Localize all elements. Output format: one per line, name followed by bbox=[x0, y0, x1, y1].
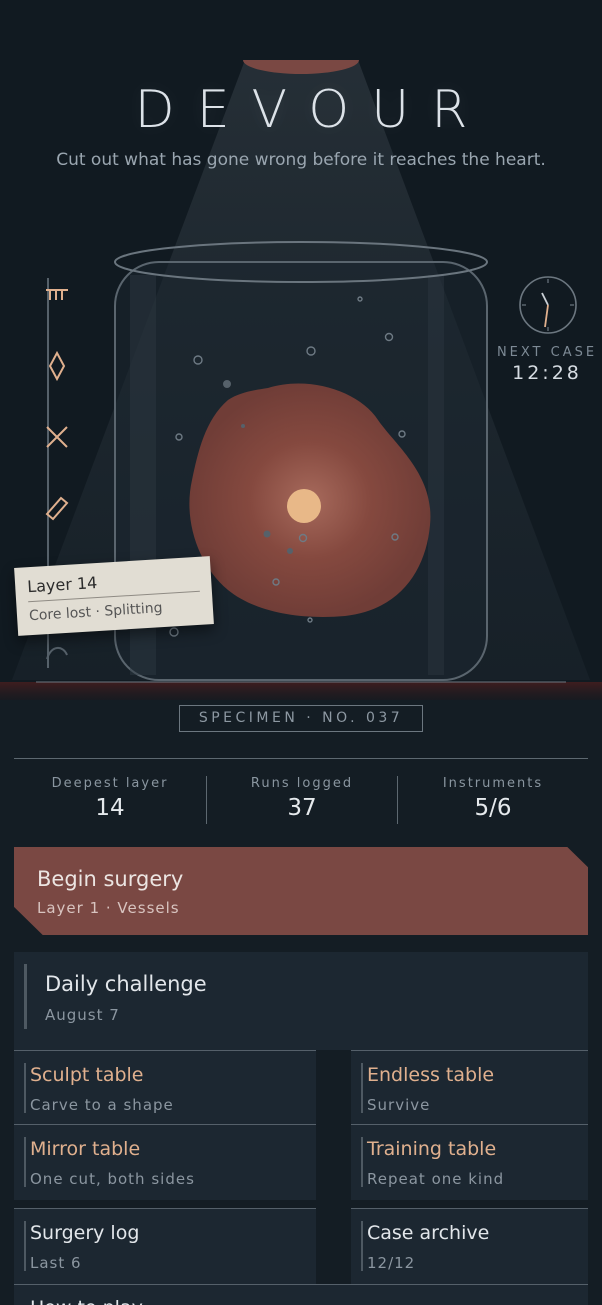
surgery-log-button[interactable]: Surgery log Last 6 bbox=[14, 1208, 316, 1284]
stat-deepest-layer: Deepest layer 14 bbox=[14, 776, 206, 821]
how-to-play-title: How to play bbox=[30, 1297, 143, 1305]
comb-tool-icon[interactable] bbox=[38, 277, 76, 315]
game-title: DEVOUR bbox=[134, 80, 490, 140]
mode-subtitle: Carve to a shape bbox=[30, 1096, 174, 1114]
stat-value: 37 bbox=[287, 795, 317, 821]
begin-surgery-subtitle: Layer 1 · Vessels bbox=[37, 899, 180, 917]
how-to-play-button[interactable]: How to play bbox=[14, 1284, 588, 1305]
mode-title: Mirror table bbox=[30, 1138, 141, 1160]
scalpel-tool-icon[interactable] bbox=[38, 490, 76, 528]
mode-subtitle: Repeat one kind bbox=[367, 1170, 505, 1188]
mode-title: Training table bbox=[367, 1138, 497, 1160]
stat-label: Deepest layer bbox=[51, 776, 169, 791]
specimen-tag: SPECIMEN · NO. 037 bbox=[179, 705, 423, 732]
daily-challenge-title: Daily challenge bbox=[45, 972, 207, 996]
stat-label: Instruments bbox=[442, 776, 544, 791]
mode-subtitle: One cut, both sides bbox=[30, 1170, 195, 1188]
layer-card-title: Layer 14 bbox=[26, 566, 200, 603]
mode-subtitle: Survive bbox=[367, 1096, 431, 1114]
daily-challenge-date: August 7 bbox=[45, 1006, 120, 1024]
cross-tool-icon[interactable] bbox=[38, 418, 76, 456]
mode-subtitle: Last 6 bbox=[30, 1254, 82, 1272]
mode-title: Sculpt table bbox=[30, 1064, 144, 1086]
next-case-time: 12:28 bbox=[512, 362, 582, 384]
sculpt-table-button[interactable]: Sculpt table Carve to a shape bbox=[14, 1050, 316, 1126]
tagline: Cut out what has gone wrong before it re… bbox=[56, 150, 546, 170]
layer-card: Layer 14 Core lost · Splitting bbox=[14, 556, 214, 636]
organ-core bbox=[287, 489, 321, 523]
diamond-tool-icon[interactable] bbox=[38, 347, 76, 385]
hero-scene: DEVOUR Cut out what has gone wrong befor… bbox=[0, 0, 602, 700]
stat-label: Runs logged bbox=[250, 776, 354, 791]
mode-subtitle: 12/12 bbox=[367, 1254, 416, 1272]
layer-card-subtitle: Core lost · Splitting bbox=[28, 600, 163, 625]
daily-challenge-button[interactable]: Daily challenge August 7 bbox=[14, 952, 588, 1050]
floor-glow bbox=[0, 682, 602, 700]
mode-title: Endless table bbox=[367, 1064, 495, 1086]
endless-table-button[interactable]: Endless table Survive bbox=[351, 1050, 588, 1126]
training-table-button[interactable]: Training table Repeat one kind bbox=[351, 1124, 588, 1200]
mode-title: Surgery log bbox=[30, 1222, 140, 1244]
stat-value: 14 bbox=[95, 795, 125, 821]
clock-icon bbox=[519, 276, 577, 334]
case-archive-button[interactable]: Case archive 12/12 bbox=[351, 1208, 588, 1284]
stat-instruments: Instruments 5/6 bbox=[397, 776, 589, 821]
mode-title: Case archive bbox=[367, 1222, 490, 1244]
stats-divider bbox=[14, 758, 588, 759]
begin-surgery-title: Begin surgery bbox=[37, 867, 184, 891]
stat-value: 5/6 bbox=[474, 795, 512, 821]
mirror-table-button[interactable]: Mirror table One cut, both sides bbox=[14, 1124, 316, 1200]
hook-tool-icon[interactable] bbox=[38, 632, 76, 670]
next-case-label: NEXT CASE bbox=[496, 345, 598, 360]
stat-runs-logged: Runs logged 37 bbox=[206, 776, 398, 821]
begin-surgery-button[interactable]: Begin surgery Layer 1 · Vessels bbox=[14, 847, 588, 935]
